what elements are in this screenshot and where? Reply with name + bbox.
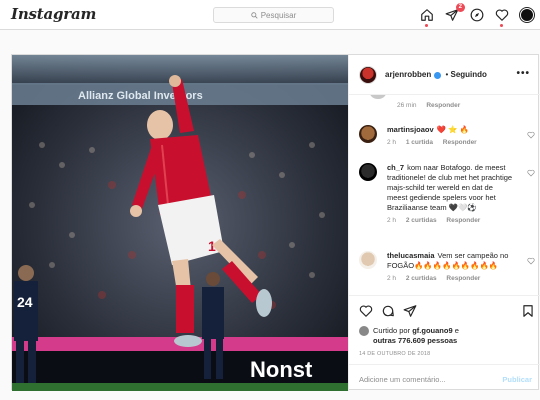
search-input[interactable]: Pesquisar (213, 7, 334, 23)
comment-like-heart-icon[interactable] (527, 257, 535, 265)
post-date[interactable]: 14 DE OUTUBRO DE 2018 (359, 351, 430, 357)
home-button[interactable] (419, 7, 434, 27)
post-card: Allianz Global Investors Nonst 24 arjenr… (11, 54, 540, 391)
comment-time: 2 h (387, 139, 397, 146)
search-icon (250, 11, 258, 19)
post-photo[interactable]: Allianz Global Investors Nonst 24 (12, 55, 348, 391)
comment-likes[interactable]: 2 curtidas (406, 217, 437, 224)
liked-by-others[interactable]: outras 776.609 pessoas (373, 336, 457, 345)
instagram-logo[interactable]: Instagram (11, 5, 96, 23)
like-heart-icon[interactable] (359, 304, 373, 318)
comment-text: martinsjoaov ❤️ ⭐ 🔥 (387, 125, 515, 135)
left-player-number: 24 (17, 294, 33, 310)
liked-by-prefix: Curtido por (373, 326, 411, 335)
share-direct-icon[interactable] (403, 304, 417, 318)
action-icons-row (359, 304, 535, 320)
author-avatar[interactable] (359, 65, 377, 84)
home-active-dot (425, 24, 428, 27)
post-sidebar: arjenrobben • Seguindo ••• 26 min Respon… (348, 55, 540, 391)
direct-messages-button[interactable]: 2 (444, 3, 465, 22)
commenter-username[interactable]: ch_7 (387, 163, 404, 172)
post-header: arjenrobben • Seguindo ••• (349, 55, 540, 95)
comment-text: thelucasmaia Vem ser campeão no FOGÃO🔥🔥🔥🔥… (387, 251, 515, 271)
comment-item: martinsjoaov ❤️ ⭐ 🔥 2 h 1 curtida Respond… (359, 125, 535, 146)
comment-text: ch_7 kom naar Botafogo. de meest traditio… (387, 163, 515, 213)
comment-likes[interactable]: 2 curtidas (406, 275, 437, 282)
prev-comment-time: 26 min (397, 102, 417, 109)
save-bookmark-icon[interactable] (521, 304, 535, 318)
comment-body: kom naar Botafogo. de meest traditionele… (387, 163, 513, 212)
activity-heart-icon (495, 8, 508, 21)
nav-icons: 2 (419, 3, 534, 27)
comment-likes[interactable]: 1 curtida (406, 139, 433, 146)
comment-item: ch_7 kom naar Botafogo. de meest traditio… (359, 163, 535, 224)
likes-summary: Curtido por gf.gouano9 e outras 776.609 … (359, 326, 459, 346)
notification-badge: 2 (455, 3, 465, 12)
top-navigation-bar: Instagram Pesquisar 2 (0, 0, 540, 30)
comments-list[interactable]: 26 min Responder martinsjoaov ❤️ ⭐ 🔥 2 h … (349, 95, 540, 295)
explore-icon (470, 8, 483, 21)
separator-dot: • (443, 70, 451, 79)
home-icon (420, 8, 433, 21)
comment-reply[interactable]: Responder (446, 275, 480, 282)
comment-item: thelucasmaia Vem ser campeão no FOGÃO🔥🔥🔥🔥… (359, 251, 535, 282)
add-comment-input[interactable] (359, 372, 489, 386)
comment-time: 2 h (387, 275, 397, 282)
commenter-avatar[interactable] (359, 125, 377, 143)
comment-like-heart-icon[interactable] (527, 169, 535, 177)
comment-body: ❤️ ⭐ 🔥 (436, 125, 469, 134)
profile-button[interactable] (519, 7, 534, 22)
commenter-avatar[interactable] (359, 163, 377, 181)
prev-comment-reply[interactable]: Responder (426, 102, 460, 109)
activity-button[interactable] (494, 7, 509, 27)
prev-comment-avatar (370, 95, 386, 99)
liked-by-user[interactable]: gf.gouano9 (412, 326, 452, 335)
comment-time: 2 h (387, 217, 397, 224)
likes-text: Curtido por gf.gouano9 e outras 776.609 … (373, 326, 459, 346)
commenter-avatar[interactable] (359, 251, 377, 269)
author-username[interactable]: arjenrobben (385, 70, 431, 79)
following-button[interactable]: Seguindo (450, 70, 486, 79)
post-actions: Curtido por gf.gouano9 e outras 776.609 … (349, 295, 540, 391)
post-photo-canvas: Allianz Global Investors Nonst 24 (12, 55, 348, 391)
commenter-username[interactable]: thelucasmaia (387, 251, 435, 260)
prev-comment-meta: 26 min Responder (397, 102, 460, 109)
activity-dot (500, 24, 503, 27)
explore-button[interactable] (469, 7, 484, 22)
profile-avatar (519, 7, 534, 22)
publish-button[interactable]: Publicar (502, 375, 532, 384)
liked-by-joiner: e (454, 326, 459, 335)
more-options-icon[interactable]: ••• (516, 68, 530, 79)
comment-meta: 2 h 2 curtidas Responder (387, 275, 535, 282)
comment-like-heart-icon[interactable] (527, 131, 535, 139)
search-placeholder: Pesquisar (260, 10, 297, 20)
comment-reply[interactable]: Responder (443, 139, 477, 146)
verified-badge-icon (434, 72, 442, 79)
comment-meta: 2 h 2 curtidas Responder (387, 217, 535, 224)
ad-board-text: Nonst (250, 357, 313, 382)
commenter-username[interactable]: martinsjoaov (387, 125, 434, 134)
liker-avatar[interactable] (359, 326, 369, 336)
comment-meta: 2 h 1 curtida Responder (387, 139, 535, 146)
add-comment-bar: Publicar (349, 364, 540, 392)
comment-reply[interactable]: Responder (446, 217, 480, 224)
comment-bubble-icon[interactable] (381, 304, 395, 318)
